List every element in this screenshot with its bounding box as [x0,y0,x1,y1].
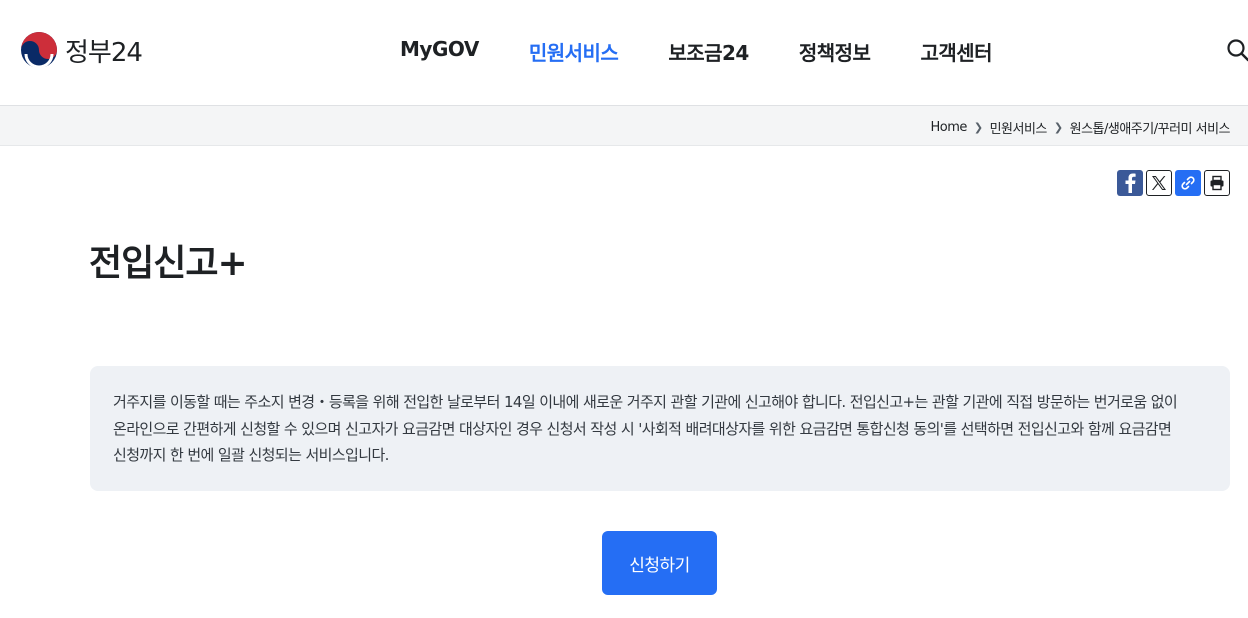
breadcrumb-onestop[interactable]: 원스톱/생애주기/꾸러미 서비스 [1070,118,1231,137]
chevron-right-icon: ❯ [973,121,983,134]
gov24-logo[interactable]: 정부24 [20,31,143,69]
facebook-icon[interactable] [1117,170,1143,196]
share-tools [1117,170,1233,196]
breadcrumb: Home ❯ 민원서비스 ❯ 원스톱/생애주기/꾸러미 서비스 [930,118,1230,137]
x-icon[interactable] [1146,170,1172,196]
link-icon[interactable] [1175,170,1201,196]
taegeuk-logo-icon [21,32,57,69]
service-description-box: 거주지를 이동할 때는 주소지 변경・등록을 위해 전입한 날로부터 14일 이… [90,366,1230,491]
nav-subsidy24[interactable]: 보조금24 [668,37,749,66]
print-icon[interactable] [1204,170,1230,196]
nav-policy-info[interactable]: 정책정보 [799,37,871,66]
breadcrumb-bar: Home ❯ 민원서비스 ❯ 원스톱/생애주기/꾸러미 서비스 [0,105,1248,146]
chevron-right-icon: ❯ [1053,121,1063,134]
breadcrumb-home[interactable]: Home [930,120,967,135]
nav-mygov[interactable]: MyGOV [400,37,479,66]
nav-civil-service[interactable]: 민원서비스 [529,37,619,66]
page-title: 전입신고+ [89,243,248,284]
nav-customer-center[interactable]: 고객센터 [920,37,992,66]
main-nav: MyGOV 민원서비스 보조금24 정책정보 고객센터 [400,37,1042,66]
search-icon[interactable] [1226,38,1248,62]
logo-text: 정부24 [65,37,143,68]
site-header: 정부24 MyGOV 민원서비스 보조금24 정책정보 고객센터 [0,0,1248,105]
apply-button[interactable]: 신청하기 [602,531,717,595]
service-description: 거주지를 이동할 때는 주소지 변경・등록을 위해 전입한 날로부터 14일 이… [113,393,1178,464]
breadcrumb-civil-service[interactable]: 민원서비스 [990,118,1048,137]
